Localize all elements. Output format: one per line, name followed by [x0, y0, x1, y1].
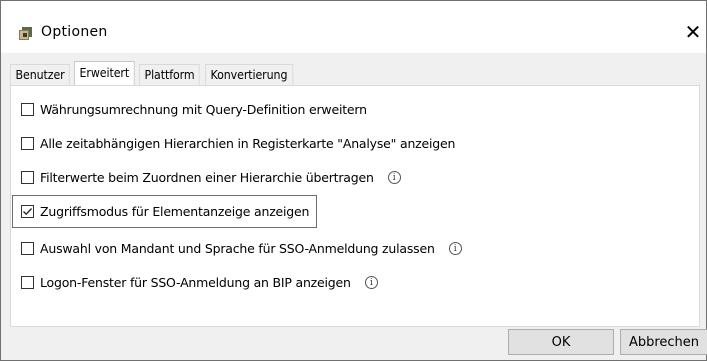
checkbox-unchecked[interactable]	[21, 136, 34, 150]
cancel-button[interactable]: Abbrechen	[620, 329, 707, 355]
option-zugriffsmodus[interactable]: Zugriffsmodus für Elementanzeige anzeige…	[12, 195, 318, 228]
title-bar: Optionen ✕	[1, 1, 706, 53]
option-label: Alle zeitabhängigen Hierarchien in Regis…	[40, 135, 456, 151]
tab-erweitert[interactable]: Erweitert	[74, 61, 135, 85]
info-icon[interactable]: i	[448, 241, 462, 255]
window-title: Optionen	[41, 24, 108, 40]
option-mandant-sprache-sso[interactable]: Auswahl von Mandant und Sprache für SSO-…	[17, 235, 462, 261]
option-label: Auswahl von Mandant und Sprache für SSO-…	[40, 240, 435, 256]
checkbox-checked[interactable]	[21, 205, 34, 218]
option-filterwerte-uebertragen[interactable]: Filterwerte beim Zuordnen einer Hierarch…	[17, 164, 401, 190]
checkbox-unchecked[interactable]	[21, 241, 34, 255]
tab-benutzer[interactable]: Benutzer	[10, 64, 71, 85]
info-icon[interactable]: i	[387, 170, 401, 184]
tab-plattform[interactable]: Plattform	[139, 64, 201, 85]
option-label: Logon-Fenster für SSO-Anmeldung an BIP a…	[40, 274, 351, 290]
option-label: Währungsumrechnung mit Query-Definition …	[40, 101, 367, 117]
options-dialog: Optionen ✕ Benutzer Erweitert Plattform …	[0, 0, 707, 361]
tab-strip: Benutzer Erweitert Plattform Konvertieru…	[10, 61, 299, 85]
tab-panel-erweitert: Währungsumrechnung mit Query-Definition …	[10, 85, 700, 327]
tab-konvertierung[interactable]: Konvertierung	[204, 64, 293, 85]
checkbox-unchecked[interactable]	[21, 102, 34, 116]
close-icon[interactable]: ✕	[680, 19, 706, 45]
info-icon[interactable]: i	[364, 275, 378, 289]
option-waehrungsumrechnung[interactable]: Währungsumrechnung mit Query-Definition …	[17, 96, 367, 122]
option-logon-fenster-sso[interactable]: Logon-Fenster für SSO-Anmeldung an BIP a…	[17, 269, 378, 295]
option-zeitabhaengige-hierarchien[interactable]: Alle zeitabhängigen Hierarchien in Regis…	[17, 130, 455, 156]
checkbox-unchecked[interactable]	[21, 275, 34, 289]
check-icon	[23, 208, 32, 216]
option-label: Zugriffsmodus für Elementanzeige anzeige…	[40, 204, 310, 219]
option-label: Filterwerte beim Zuordnen einer Hierarch…	[40, 169, 374, 185]
dialog-client-area: Benutzer Erweitert Plattform Konvertieru…	[1, 53, 707, 360]
options-app-icon	[18, 25, 34, 41]
checkbox-unchecked[interactable]	[21, 170, 34, 184]
ok-button[interactable]: OK	[508, 329, 614, 355]
